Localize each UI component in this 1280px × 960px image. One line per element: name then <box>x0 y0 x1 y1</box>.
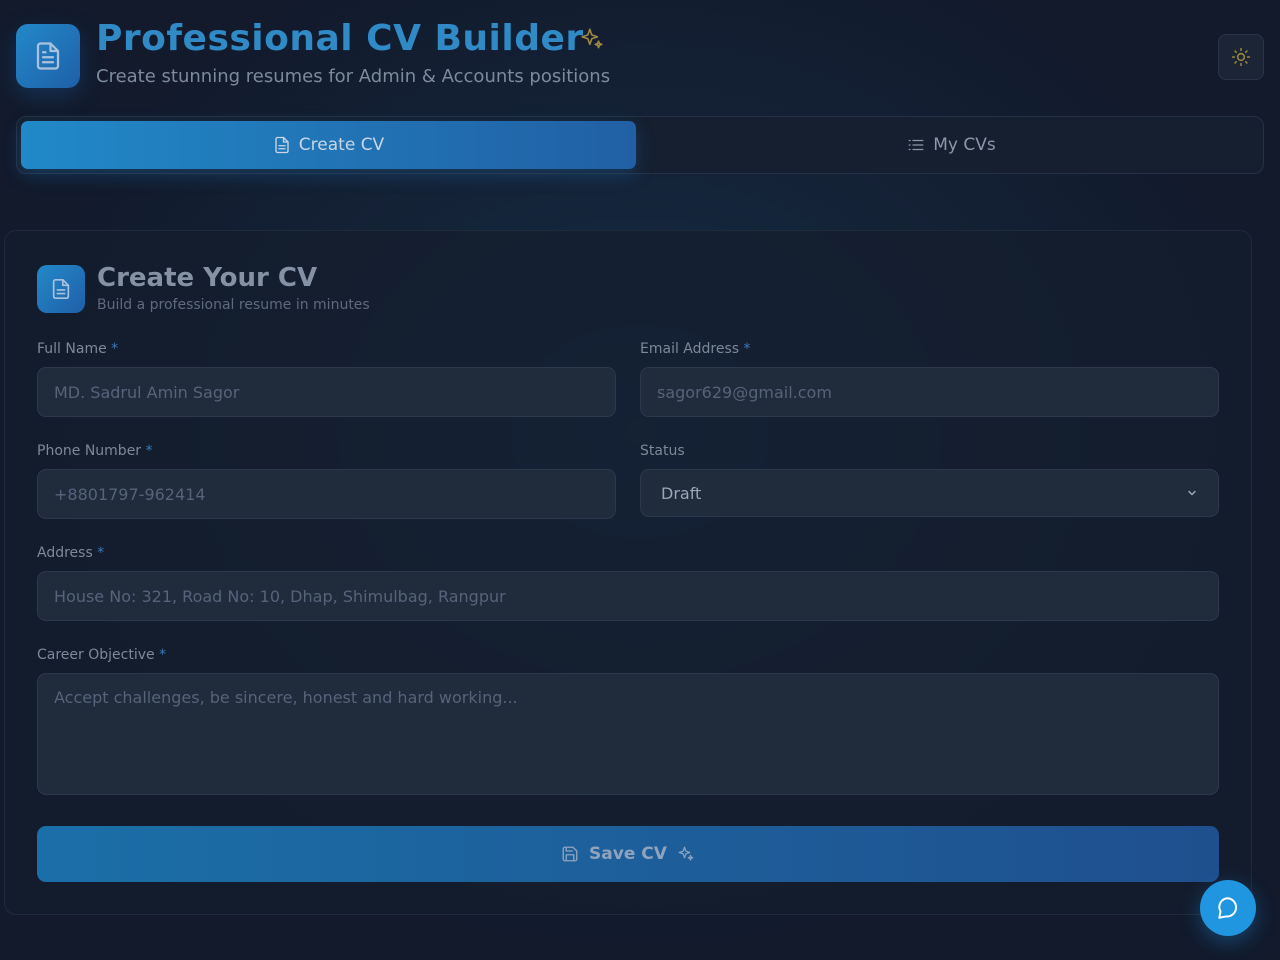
sparkles-icon <box>581 28 603 49</box>
email-label: Email Address * <box>640 341 751 357</box>
save-button-label: Save CV <box>589 844 667 864</box>
document-icon <box>275 136 289 154</box>
tab-label: Create CV <box>298 135 385 155</box>
tab-create-cv[interactable]: Create CV <box>21 121 636 169</box>
chat-button[interactable] <box>1200 880 1256 936</box>
tab-bar: Create CV My CVs <box>16 116 1264 174</box>
app-logo <box>16 24 80 88</box>
app-header: Professional CV Builder Create stunning … <box>16 18 1264 90</box>
address-label: Address * <box>37 545 105 561</box>
form-icon <box>37 265 85 313</box>
phone-label: Phone Number * <box>37 443 153 459</box>
document-icon <box>36 42 60 70</box>
form-title: Create Your CV <box>97 263 318 293</box>
chat-bubble-icon <box>1218 897 1237 919</box>
tab-my-cvs[interactable]: My CVs <box>644 121 1259 169</box>
full-name-input[interactable] <box>37 367 616 417</box>
tab-label: My CVs <box>933 135 996 155</box>
status-select[interactable]: Draft <box>640 469 1219 517</box>
objective-label: Career Objective * <box>37 647 167 663</box>
status-label: Status <box>640 443 685 459</box>
career-objective-textarea[interactable] <box>37 673 1219 795</box>
create-cv-form: Create Your CV Build a professional resu… <box>4 230 1252 915</box>
chevron-down-icon <box>1188 490 1196 496</box>
theme-toggle-button[interactable] <box>1218 34 1264 80</box>
status-value: Draft <box>661 483 702 503</box>
email-input[interactable] <box>640 367 1219 417</box>
sun-icon <box>1231 47 1251 67</box>
address-input[interactable] <box>37 571 1219 621</box>
document-icon <box>52 279 70 299</box>
sparkles-icon <box>678 846 694 861</box>
list-icon <box>908 139 924 151</box>
page-title: Professional CV Builder <box>96 18 584 59</box>
form-subtitle: Build a professional resume in minutes <box>97 297 370 313</box>
page-subtitle: Create stunning resumes for Admin & Acco… <box>96 66 611 87</box>
full-name-label: Full Name * <box>37 341 119 357</box>
save-cv-button[interactable]: Save CV <box>37 826 1219 882</box>
save-icon <box>562 846 578 862</box>
phone-input[interactable] <box>37 469 616 519</box>
